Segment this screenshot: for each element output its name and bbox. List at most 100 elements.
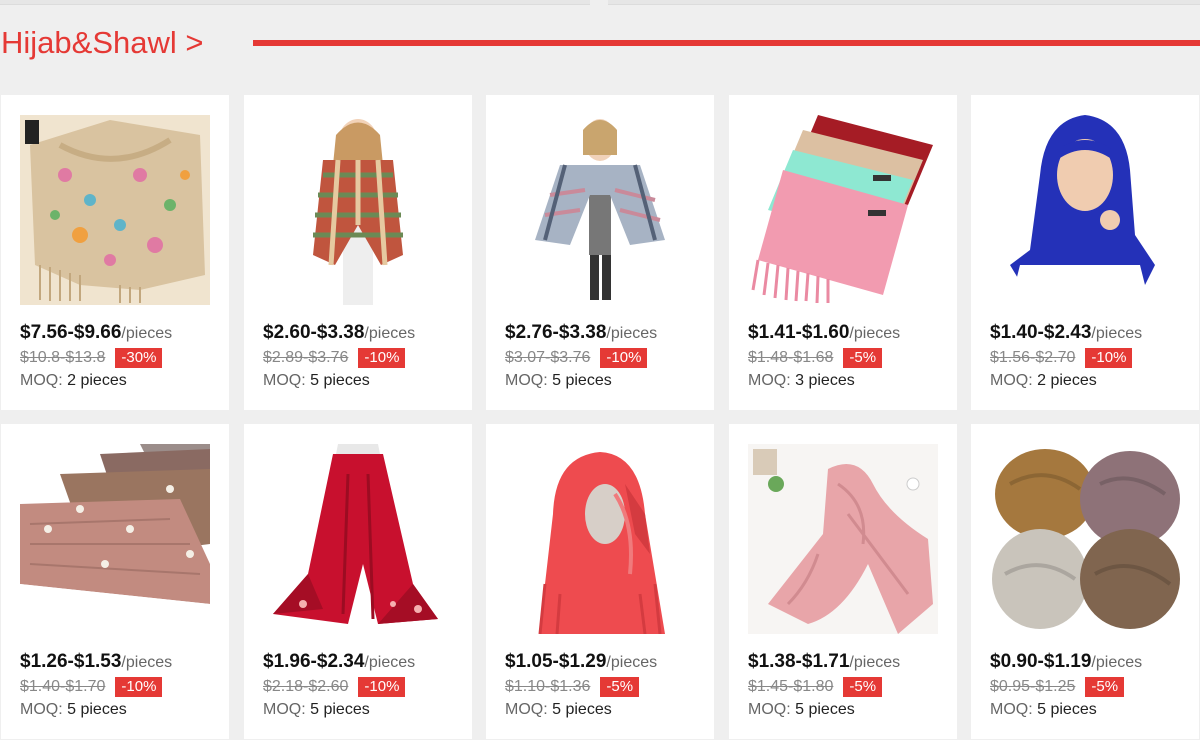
moq-label: MOQ: [505, 701, 548, 718]
original-price-line: $1.45-$1.80 -5% [748, 677, 883, 699]
moq-value: 5 pieces [795, 701, 855, 718]
moq-label: MOQ: [748, 701, 791, 718]
discount-badge: -5% [843, 348, 883, 368]
blue-hijab-image[interactable] [990, 115, 1180, 305]
moq-line: MOQ: 5 pieces [748, 701, 855, 719]
original-price-line: $0.95-$1.25 -5% [990, 677, 1125, 699]
original-price-line: $1.48-$1.68 -5% [748, 348, 883, 370]
moq-line: MOQ: 2 pieces [20, 372, 127, 390]
price: $2.60-$3.38 [263, 322, 365, 343]
pink-scarf-image[interactable] [748, 444, 938, 634]
moq-value: 3 pieces [795, 372, 855, 389]
moq-line: MOQ: 5 pieces [990, 701, 1097, 719]
moq-value: 5 pieces [552, 701, 612, 718]
moq-line: MOQ: 2 pieces [990, 372, 1097, 390]
moq-label: MOQ: [20, 701, 63, 718]
original-price: $10.8-$13.8 [20, 349, 106, 366]
coral-hijab-image[interactable] [505, 444, 695, 634]
price: $0.90-$1.19 [990, 651, 1092, 672]
price-line: $0.90-$1.19/pieces [990, 651, 1142, 673]
original-price-line: $10.8-$13.8 -30% [20, 348, 163, 370]
moq-label: MOQ: [748, 372, 791, 389]
product-card[interactable]: $1.05-$1.29/pieces $1.10-$1.36 -5% MOQ: 5… [486, 424, 714, 739]
price-line: $1.96-$2.34/pieces [263, 651, 415, 673]
price: $1.26-$1.53 [20, 651, 122, 672]
original-price: $1.48-$1.68 [748, 349, 834, 366]
grey-poncho-image[interactable] [505, 115, 695, 305]
discount-badge: -10% [1085, 348, 1133, 368]
price-unit: /pieces [849, 654, 901, 671]
price-unit: /pieces [121, 325, 173, 342]
moq-label: MOQ: [505, 372, 548, 389]
moq-line: MOQ: 5 pieces [505, 372, 612, 390]
price: $1.96-$2.34 [263, 651, 365, 672]
price-unit: /pieces [364, 325, 416, 342]
product-card[interactable]: $7.56-$9.66/pieces $10.8-$13.8 -30% MOQ: … [1, 95, 229, 410]
original-price-line: $3.07-$3.76 -10% [505, 348, 648, 370]
discount-badge: -10% [600, 348, 648, 368]
moq-value: 5 pieces [1037, 701, 1097, 718]
top-divider-left [0, 0, 590, 5]
price: $1.05-$1.29 [505, 651, 607, 672]
product-card[interactable]: $1.96-$2.34/pieces $2.18-$2.60 -10% MOQ: … [244, 424, 472, 739]
price-line: $1.41-$1.60/pieces [748, 322, 900, 344]
top-divider [0, 0, 1200, 6]
price-unit: /pieces [364, 654, 416, 671]
product-card[interactable]: $1.40-$2.43/pieces $1.56-$2.70 -10% MOQ: … [971, 95, 1199, 410]
section-title-rule [253, 40, 1200, 46]
product-card[interactable]: $2.76-$3.38/pieces $3.07-$3.76 -10% MOQ: … [486, 95, 714, 410]
price: $1.40-$2.43 [990, 322, 1092, 343]
product-card[interactable]: $2.60-$3.38/pieces $2.89-$3.76 -10% MOQ: … [244, 95, 472, 410]
price-unit: /pieces [849, 325, 901, 342]
product-card[interactable]: $0.90-$1.19/pieces $0.95-$1.25 -5% MOQ: 5… [971, 424, 1199, 739]
crinkle-hijabs-image[interactable] [990, 444, 1180, 634]
discount-badge: -10% [358, 677, 406, 697]
moq-label: MOQ: [263, 701, 306, 718]
price-line: $2.60-$3.38/pieces [263, 322, 415, 344]
original-price: $1.10-$1.36 [505, 678, 591, 695]
moq-label: MOQ: [20, 372, 63, 389]
price-unit: /pieces [121, 654, 173, 671]
product-card[interactable]: $1.26-$1.53/pieces $1.40-$1.70 -10% MOQ: … [1, 424, 229, 739]
moq-value: 5 pieces [310, 701, 370, 718]
discount-badge: -10% [115, 677, 163, 697]
section-header: Hijab&Shawl > [0, 24, 1200, 64]
price-line: $1.05-$1.29/pieces [505, 651, 657, 673]
original-price: $1.45-$1.80 [748, 678, 834, 695]
price-line: $1.38-$1.71/pieces [748, 651, 900, 673]
product-card[interactable]: $1.41-$1.60/pieces $1.48-$1.68 -5% MOQ: 3… [729, 95, 957, 410]
discount-badge: -5% [600, 677, 640, 697]
moq-value: 2 pieces [67, 372, 127, 389]
discount-badge: -10% [358, 348, 406, 368]
discount-badge: -30% [115, 348, 163, 368]
moq-value: 5 pieces [67, 701, 127, 718]
moq-line: MOQ: 5 pieces [263, 701, 370, 719]
price-line: $1.26-$1.53/pieces [20, 651, 172, 673]
moq-label: MOQ: [990, 701, 1033, 718]
pashmina-scarves-image[interactable] [748, 115, 938, 305]
original-price-line: $1.56-$2.70 -10% [990, 348, 1133, 370]
price: $7.56-$9.66 [20, 322, 122, 343]
original-price: $2.18-$2.60 [263, 678, 349, 695]
red-lace-scarf-image[interactable] [263, 444, 453, 634]
original-price-line: $1.40-$1.70 -10% [20, 677, 163, 699]
moq-line: MOQ: 5 pieces [263, 372, 370, 390]
original-price-line: $1.10-$1.36 -5% [505, 677, 640, 699]
discount-badge: -5% [1085, 677, 1125, 697]
plaid-scarf-image[interactable] [263, 115, 453, 305]
price-line: $2.76-$3.38/pieces [505, 322, 657, 344]
price-unit: /pieces [606, 325, 658, 342]
moq-value: 5 pieces [552, 372, 612, 389]
price-unit: /pieces [1091, 325, 1143, 342]
moq-value: 5 pieces [310, 372, 370, 389]
original-price: $1.56-$2.70 [990, 349, 1076, 366]
moq-label: MOQ: [263, 372, 306, 389]
original-price: $2.89-$3.76 [263, 349, 349, 366]
pearl-crinkle-scarves-image[interactable] [20, 444, 210, 634]
embroidered-shawl-image[interactable] [20, 115, 210, 305]
moq-value: 2 pieces [1037, 372, 1097, 389]
section-title-link[interactable]: Hijab&Shawl > [1, 24, 203, 62]
moq-line: MOQ: 3 pieces [748, 372, 855, 390]
price-unit: /pieces [1091, 654, 1143, 671]
product-card[interactable]: $1.38-$1.71/pieces $1.45-$1.80 -5% MOQ: 5… [729, 424, 957, 739]
